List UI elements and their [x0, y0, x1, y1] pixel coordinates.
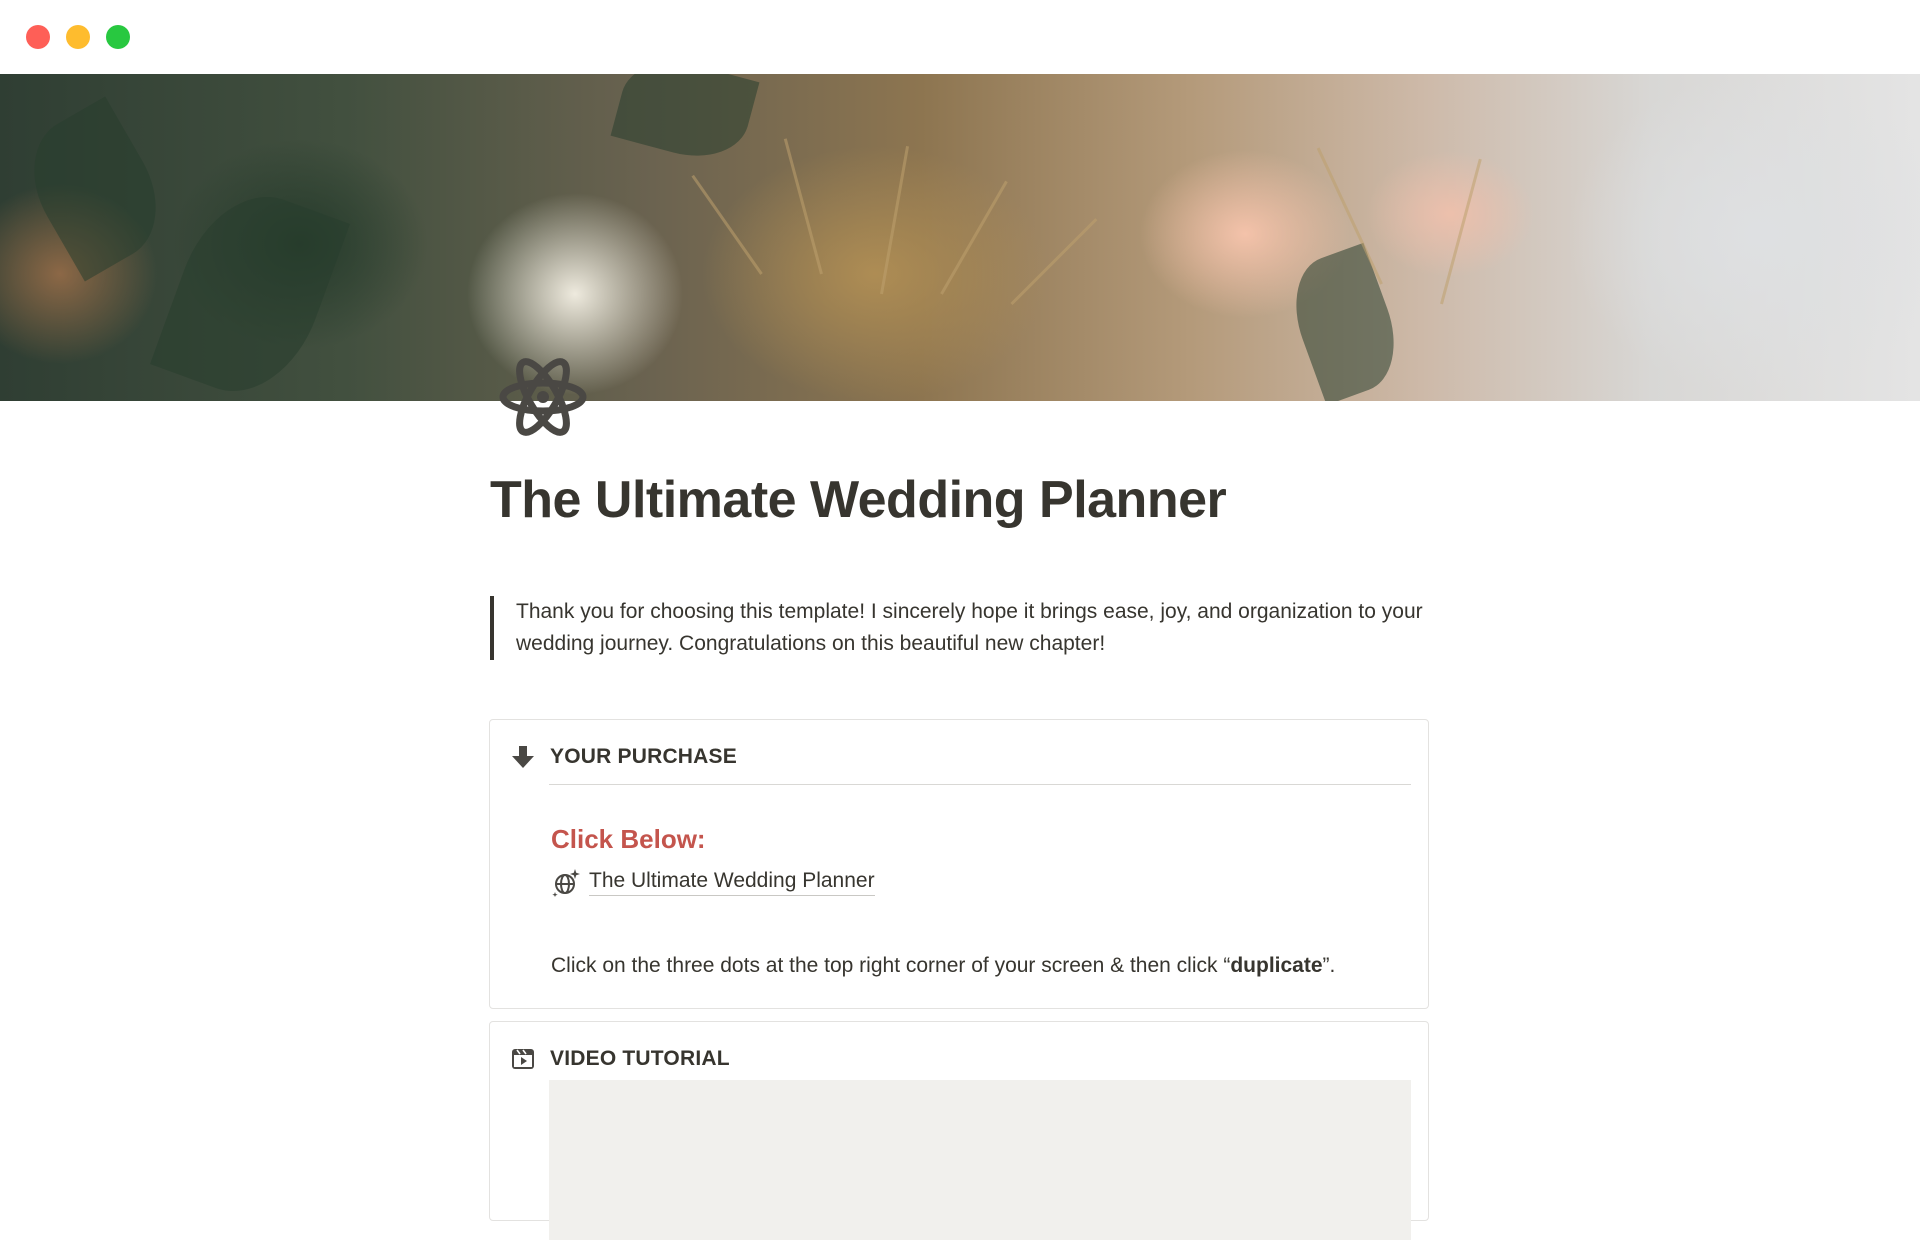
atom-icon[interactable]	[496, 350, 590, 444]
minimize-window-button[interactable]	[66, 25, 90, 49]
cover-image	[0, 74, 1920, 401]
planner-page-link[interactable]: The Ultimate Wedding Planner	[551, 867, 875, 897]
purchase-callout: YOUR PURCHASE Click Below: The Ultimate …	[489, 719, 1429, 1009]
click-below-label: Click Below:	[551, 824, 706, 854]
globe-sparkle-icon	[551, 867, 581, 897]
window-titlebar	[0, 0, 1920, 74]
clapperboard-icon	[510, 1046, 536, 1072]
quote-block: Thank you for choosing this template! I …	[490, 596, 1456, 660]
video-embed[interactable]	[549, 1080, 1411, 1240]
zoom-window-button[interactable]	[106, 25, 130, 49]
page-title: The Ultimate Wedding Planner	[490, 471, 1227, 529]
purchase-heading: YOUR PURCHASE	[550, 745, 737, 768]
instruction-bold-text: duplicate	[1230, 954, 1323, 977]
divider	[549, 784, 1411, 785]
planner-link-text[interactable]: The Ultimate Wedding Planner	[589, 869, 875, 896]
close-window-button[interactable]	[26, 25, 50, 49]
instruction-text: Click on the three dots at the top right…	[551, 954, 1231, 977]
instruction-text-end: ”.	[1322, 954, 1336, 977]
video-heading: VIDEO TUTORIAL	[550, 1047, 730, 1070]
video-callout: VIDEO TUTORIAL	[489, 1021, 1429, 1240]
arrow-down-icon	[510, 744, 536, 770]
duplicate-instruction: Click on the three dots at the top right…	[551, 954, 1335, 978]
